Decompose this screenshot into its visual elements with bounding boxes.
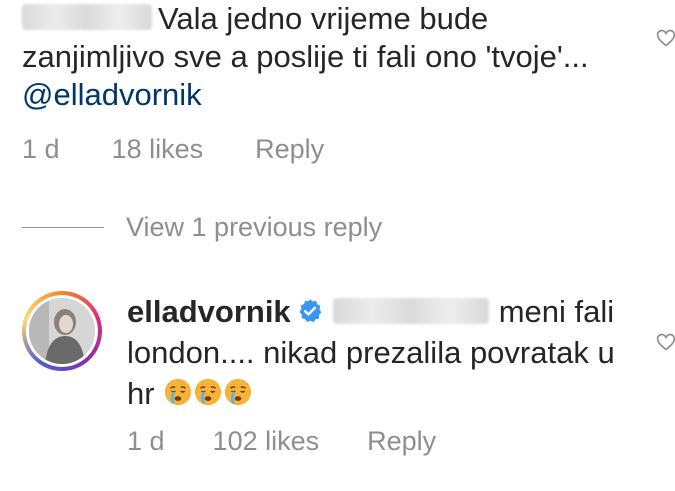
parent-comment-meta: 1 d 18 likes Reply	[22, 134, 632, 165]
blurred-username	[22, 3, 152, 30]
reply-reply-button[interactable]: Reply	[367, 426, 436, 457]
blurred-mention	[332, 297, 489, 324]
reply-username[interactable]: elladvornik	[127, 294, 291, 329]
reply-text: elladvornik meni fali london.... nikad p…	[127, 291, 647, 414]
reply-body: elladvornik meni fali london.... nikad p…	[127, 291, 647, 457]
divider-line	[22, 227, 104, 228]
comment-time: 1 d	[22, 134, 60, 164]
reply-time: 1 d	[127, 426, 165, 456]
parent-comment: Vala jedno vrijeme bude zanjimljivo sve …	[22, 0, 632, 165]
verified-badge-icon	[299, 298, 322, 322]
avatar-photo	[29, 298, 95, 364]
comment-likes[interactable]: 18 likes	[112, 134, 204, 165]
avatar[interactable]	[22, 291, 102, 371]
reply-comment-meta: 1 d 102 likes Reply	[127, 426, 647, 457]
view-replies-label[interactable]: View 1 previous reply	[126, 212, 382, 243]
crying-face-icon	[165, 378, 192, 405]
reply-likes[interactable]: 102 likes	[213, 426, 320, 457]
crying-face-icon	[225, 378, 252, 405]
heart-icon[interactable]	[656, 332, 675, 352]
view-previous-replies[interactable]: View 1 previous reply	[22, 212, 382, 243]
mention-link[interactable]: @elladvornik	[22, 77, 202, 112]
parent-comment-text: Vala jedno vrijeme bude zanjimljivo sve …	[22, 0, 632, 114]
reply-button[interactable]: Reply	[255, 134, 324, 165]
reply-text-start: meni	[498, 294, 566, 329]
crying-face-icon	[195, 378, 222, 405]
heart-icon[interactable]	[656, 28, 675, 48]
